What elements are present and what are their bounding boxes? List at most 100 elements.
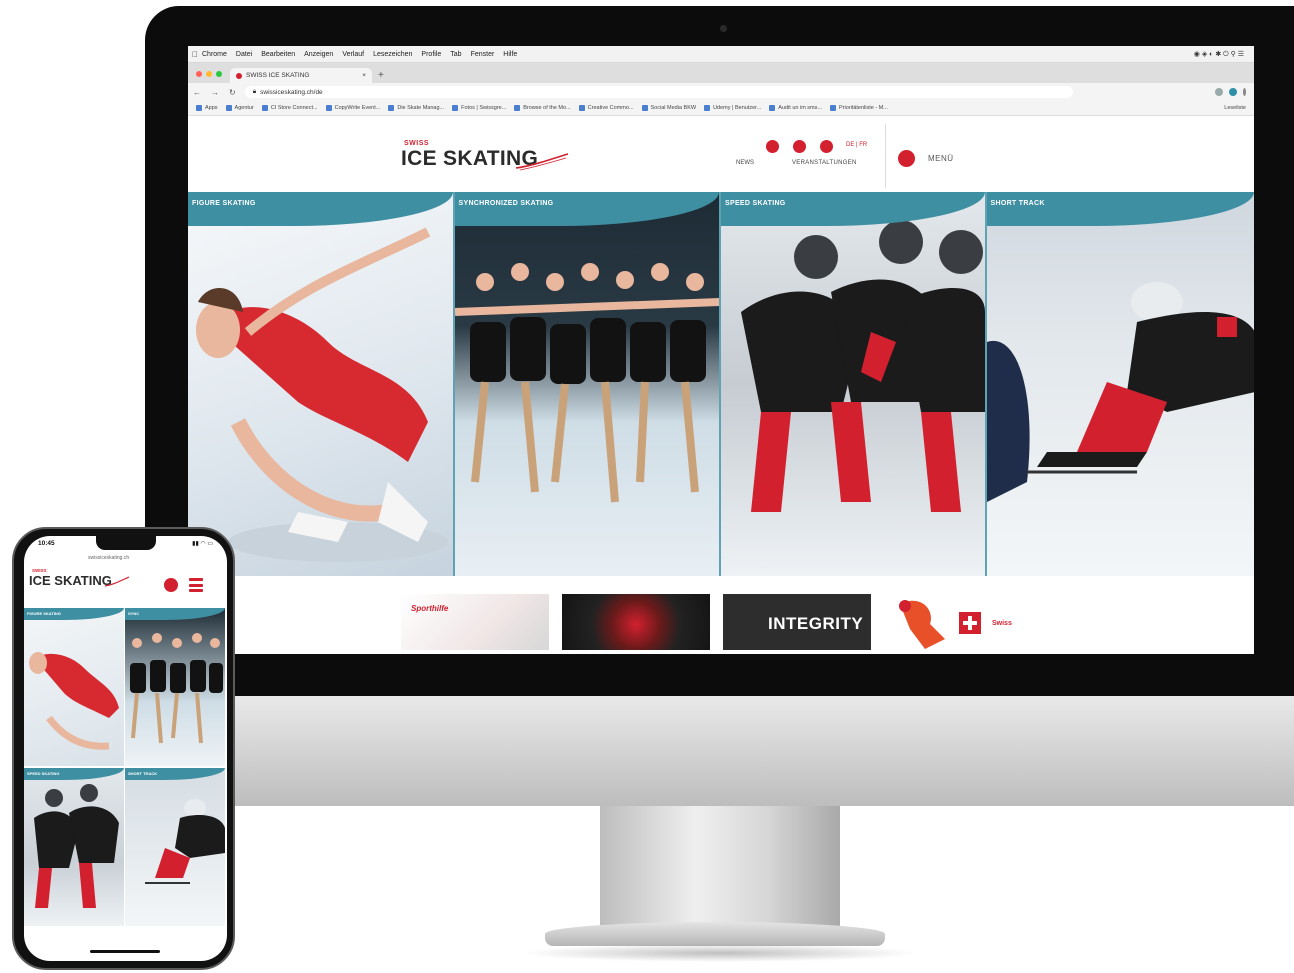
phone-tile-synchronized-skating[interactable]: SYNC [125, 608, 225, 766]
menu-edit[interactable]: Bearbeiten [261, 51, 295, 58]
logo-swoosh-icon [515, 153, 569, 171]
menu-window[interactable]: Fenster [471, 51, 495, 58]
back-icon[interactable]: ← [188, 88, 206, 97]
bookmark-item[interactable]: Udemy | Benutzer... [704, 105, 761, 111]
short-track-skater-image [986, 282, 1254, 502]
search-icon[interactable] [820, 140, 833, 153]
phone-url[interactable]: swissiceskating.ch [88, 555, 129, 561]
bookmark-item[interactable]: Fotos | Swissgre... [452, 105, 506, 111]
events-icon[interactable] [793, 140, 806, 153]
news-icon[interactable] [766, 140, 779, 153]
imac-chin [145, 696, 1294, 806]
zoom-window-button[interactable] [216, 71, 222, 77]
tab-title: SWISS ICE SKATING [246, 72, 310, 79]
minimize-window-button[interactable] [206, 71, 212, 77]
phone-tile-title: SPEED SKATING [27, 771, 60, 776]
home-indicator[interactable] [90, 950, 160, 953]
panel-title-short-track: SHORT TRACK [990, 200, 1045, 207]
panel-banner [986, 192, 1254, 226]
discipline-panels: FIGURE SKATING SYNCHRONIZED SKATING SPEE… [188, 192, 1254, 576]
bookmark-item[interactable]: Audit un im sms... [769, 105, 822, 111]
bookmark-item[interactable]: CopyWrite Event... [325, 105, 380, 111]
bookmark-item[interactable]: Apps [196, 105, 218, 111]
phone-tile-title: FIGURE SKATING [27, 611, 61, 616]
panel-figure-skating[interactable]: FIGURE SKATING [188, 192, 455, 576]
bookmark-item[interactable]: Browse of the Mo... [514, 105, 571, 111]
menu-tab[interactable]: Tab [450, 51, 461, 58]
reload-icon[interactable]: ↻ [224, 88, 241, 97]
panel-speed-skating[interactable]: SPEED SKATING [721, 192, 987, 576]
phone-clock: 10:45 [38, 540, 55, 547]
bookmarks-bar: Apps Agentur CI Store Connect... CopyWri… [188, 101, 1254, 116]
menu-view[interactable]: Anzeigen [304, 51, 333, 58]
panel-synchronized-skating[interactable]: SYNCHRONIZED SKATING [454, 192, 721, 576]
speed-skaters-image [741, 220, 985, 512]
profile-avatar[interactable] [1229, 88, 1237, 96]
phone-logo-swoosh-icon [104, 576, 130, 587]
nav-news[interactable]: NEWS [736, 160, 754, 166]
lock-icon: 🔒︎ [252, 88, 257, 95]
menu-help[interactable]: Hilfe [503, 51, 517, 58]
phone-notch [96, 536, 156, 550]
phone-tile-title: SYNC [128, 611, 140, 616]
promo-sporthilfe[interactable]: Sporthilfe [401, 594, 549, 650]
phone-figure-skater-image [29, 652, 119, 750]
close-tab-icon[interactable]: × [362, 72, 366, 79]
forward-icon[interactable]: → [206, 88, 224, 97]
apple-icon[interactable]:  [188, 50, 202, 59]
imac-stand [600, 806, 840, 926]
promo-integrity[interactable]: INTEGRITY [723, 594, 871, 650]
favicon-icon [236, 72, 242, 79]
athlete-logo-icon [899, 600, 945, 649]
menu-chrome[interactable]: Chrome [202, 51, 227, 58]
menu-bookmarks[interactable]: Lesezeichen [373, 51, 412, 58]
url-field[interactable]: 🔒︎ swissiceskating.ch/de [244, 86, 1073, 98]
address-bar-row: ← → ↻ 🔒︎ swissiceskating.ch/de [188, 83, 1254, 101]
phone-short-track-image [145, 799, 225, 884]
figure-skater-image [196, 227, 448, 562]
language-switch[interactable]: DE | FR [846, 142, 867, 148]
promo-sporthilfe-text: Sporthilfe [411, 604, 449, 613]
panel-banner [454, 192, 719, 226]
bookmark-item[interactable]: Prioritätenliste - M... [829, 105, 888, 111]
mac-menubar:  Chrome Datei Bearbeiten Anzeigen Verla… [188, 46, 1254, 63]
more-menu-icon[interactable] [1243, 88, 1246, 96]
promo-integrity-text: INTEGRITY [768, 614, 864, 633]
promo-swiss-text: Swiss [992, 620, 1012, 627]
panel-banner [188, 192, 453, 226]
imac-shadow [520, 944, 920, 962]
panel-short-track[interactable]: SHORT TRACK [986, 192, 1254, 576]
menu-history[interactable]: Verlauf [342, 51, 364, 58]
phone-tile-short-track[interactable]: SHORT TRACK [125, 768, 225, 926]
menubar-status-icons[interactable]: ◉ ◈ ◐ ✱ ⏻ ⚲ ☰ [1194, 50, 1244, 59]
bookmark-item[interactable]: Die Skate Manag... [388, 105, 444, 111]
extension-icon[interactable] [1215, 88, 1223, 96]
logo-swiss-text: SWISS [404, 140, 430, 147]
promo-swiss-olympic[interactable]: Swiss [884, 594, 1032, 650]
bookmark-item[interactable]: CI Store Connect... [261, 105, 318, 111]
bookmark-item[interactable]: Creative Commo... [578, 105, 634, 111]
swiss-flag-icon [959, 612, 981, 634]
phone-discipline-grid: FIGURE SKATING SYNC SPEED SKATING SHORT … [24, 608, 227, 928]
browser-tab[interactable]: SWISS ICE SKATING × [230, 68, 372, 83]
phone-hamburger-icon[interactable] [189, 578, 203, 592]
new-tab-button[interactable]: + [372, 70, 390, 83]
bookmark-item[interactable]: Agentur [225, 105, 254, 111]
camera-icon [720, 25, 727, 32]
phone-tile-figure-skating[interactable]: FIGURE SKATING [24, 608, 124, 766]
bookmark-item[interactable]: Social Media BKW [641, 105, 696, 111]
window-controls [188, 71, 230, 83]
menu-button[interactable] [898, 150, 915, 167]
url-text: swissiceskating.ch/de [260, 88, 323, 96]
menu-file[interactable]: Datei [236, 51, 252, 58]
phone-tile-speed-skating[interactable]: SPEED SKATING [24, 768, 124, 926]
panel-title-speed-skating: SPEED SKATING [725, 200, 786, 207]
menu-profiles[interactable]: Profile [421, 51, 441, 58]
imac-foot [545, 922, 885, 946]
nav-events[interactable]: VERANSTALTUNGEN [792, 160, 857, 166]
reading-list[interactable]: Leseliste [1224, 105, 1246, 111]
menu-label[interactable]: MENÜ [928, 154, 954, 163]
close-window-button[interactable] [196, 71, 202, 77]
phone-search-icon[interactable] [164, 578, 178, 592]
promo-virus-image[interactable] [562, 594, 710, 650]
